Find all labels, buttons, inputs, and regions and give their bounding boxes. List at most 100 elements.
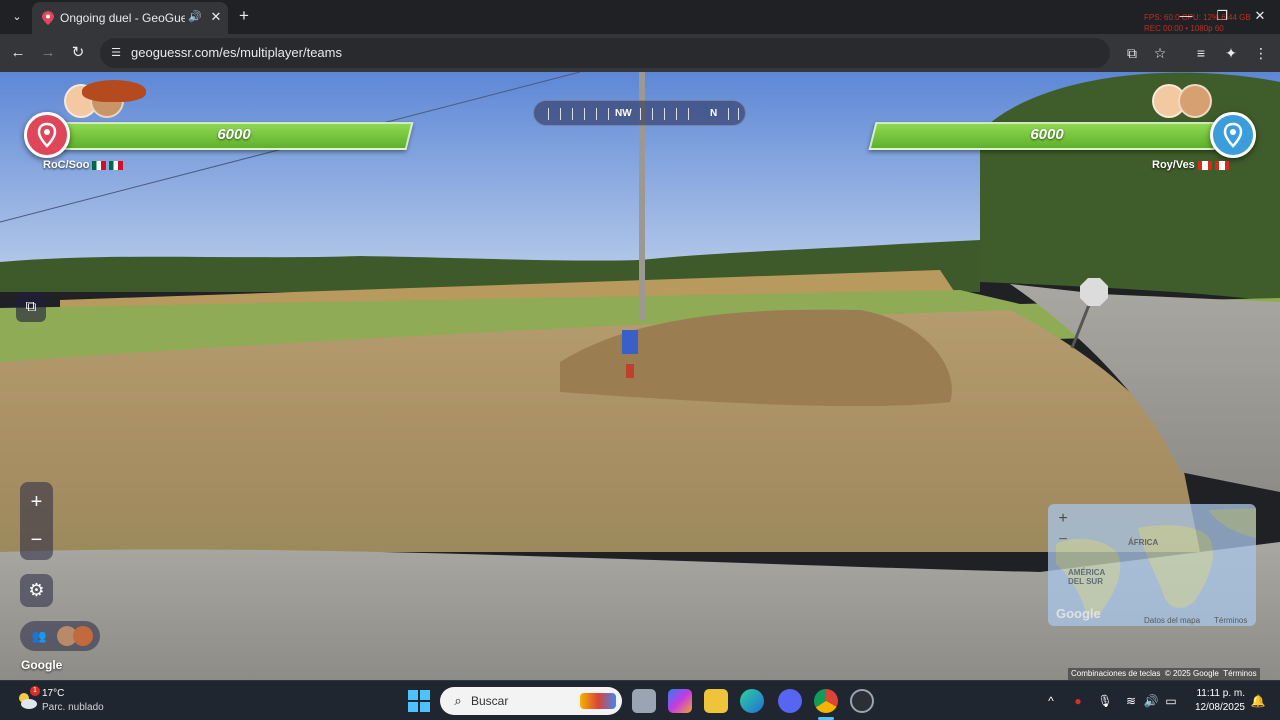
windows-start-icon[interactable] [408,690,430,712]
compass: NW N [533,100,746,126]
mexico-flag-icon [92,160,107,170]
minimize-icon[interactable]: — [1176,6,1196,26]
reload-icon[interactable]: ↻ [68,43,88,63]
compass-label-nw: NW [615,108,632,119]
site-info-icon[interactable]: ☰ [109,46,123,60]
sombrero-icon [82,80,146,102]
zoom-in-button[interactable]: + [20,484,53,520]
search-highlight-icon [580,693,616,709]
right-team-label: Roy/Ves [1152,159,1195,171]
close-window-icon[interactable]: ✕ [1250,6,1270,26]
address-bar[interactable]: ☰ geoguessr.com/es/multiplayer/teams ⧉ ☆ [100,38,1166,68]
compass-tick [572,108,573,120]
compass-tick [640,108,641,120]
copilot-icon[interactable] [668,689,692,713]
browser-toolbar: ← → ↻ ☰ geoguessr.com/es/multiplayer/tea… [0,34,1280,72]
weather-temperature[interactable]: 17°C [42,688,64,699]
forward-icon[interactable]: → [38,43,58,63]
weather-badge: 1 [30,686,40,696]
clock-time[interactable]: 11:11 p. m. [1195,688,1245,699]
file-explorer-icon[interactable] [704,689,728,713]
google-watermark: Google [21,658,63,672]
task-view-icon[interactable] [632,689,656,713]
reading-list-icon[interactable]: ≡ [1191,43,1211,63]
stop-sign [1080,278,1108,306]
team-chat-button[interactable]: 👥 [20,621,100,651]
map-label-south-america: AMÉRICA DEL SUR [1068,568,1106,586]
compass-tick [652,108,653,120]
start-pane [408,690,418,700]
close-tab-icon[interactable]: ✕ [208,9,224,25]
terms-link[interactable]: Términos [1223,669,1256,678]
compass-tick [738,108,739,120]
keyboard-shortcuts-link[interactable]: Combinaciones de teclas [1071,669,1160,678]
location-pin-icon [42,11,54,25]
menu-icon[interactable]: ⋮ [1251,43,1271,63]
notification-bell-icon[interactable]: 🔔 [1250,693,1266,709]
install-icon[interactable]: ⧉ [1122,43,1142,63]
compass-tick [584,108,585,120]
right-team-pin-icon [1210,112,1256,158]
tab-search-icon[interactable]: ⌄ [8,8,26,26]
start-pane [420,702,430,712]
windows-taskbar: 1 17°C Parc. nublado ⌕ Buscar ^ ● 🎙 ≋ 🔊 … [0,680,1280,720]
left-team-name: RoC/Soo [43,159,124,171]
battery-icon[interactable]: ▭ [1163,693,1179,709]
tab-geoguessr[interactable]: Ongoing duel - GeoGuessr 🔊 ✕ [32,2,228,34]
team-chat-icon: 👥 [31,629,47,643]
map-label-africa: ÁFRICA [1128,538,1159,547]
start-pane [408,702,418,712]
taskbar-search[interactable]: ⌕ Buscar [440,687,622,715]
left-team-pin-icon [24,112,70,158]
wifi-icon[interactable]: ≋ [1123,693,1139,709]
clock-date[interactable]: 12/08/2025 [1185,702,1245,713]
tab-title: Ongoing duel - GeoGuessr [60,11,185,25]
map-data-attribution[interactable]: Datos del mapa [1144,616,1200,625]
start-pane [420,690,430,700]
screen: ⌄ Ongoing duel - GeoGuessr 🔊 ✕ + FPS: 60… [0,0,1280,720]
url-text[interactable]: geoguessr.com/es/multiplayer/teams [131,45,342,60]
new-tab-button[interactable]: + [234,6,254,26]
restore-icon[interactable]: ❐ [1212,6,1232,26]
red-marker [626,364,634,378]
right-team-avatars [1152,84,1212,118]
copyright-text: © 2025 Google [1164,669,1219,678]
canada-flag-icon [1197,160,1212,170]
avatar [73,626,93,646]
compass-tick [608,108,609,120]
back-icon[interactable]: ← [8,43,28,63]
compass-tick [596,108,597,120]
chrome-icon[interactable] [814,689,838,713]
blue-road-sign [622,330,638,354]
minimap-google-logo: Google [1056,606,1101,621]
microphone-icon[interactable]: 🎙 [1097,693,1113,709]
volume-icon[interactable]: 🔊 [1143,693,1159,709]
compass-label-n: N [710,108,718,119]
search-placeholder: Buscar [471,694,509,708]
obs-icon[interactable] [850,689,874,713]
left-team-label: RoC/Soo [43,159,90,171]
gear-icon[interactable]: ⚙ [20,574,53,607]
canada-flag-icon [1214,160,1229,170]
weather-description[interactable]: Parc. nublado [42,702,104,713]
zoom-out-button[interactable]: − [20,522,53,558]
avatar [1178,84,1212,118]
search-icon: ⌕ [454,693,462,708]
minimap-zoom-out[interactable]: − [1052,529,1074,551]
bookmark-star-icon[interactable]: ☆ [1150,43,1170,63]
map-toggle-icon[interactable]: ⧉ [16,292,46,322]
edge-icon[interactable] [740,689,764,713]
map-terms-link[interactable]: Términos [1214,616,1247,625]
speaker-icon[interactable]: 🔊 [188,10,202,24]
discord-icon[interactable] [778,689,802,713]
street-view-panorama[interactable]: 6000 RoC/Soo NW N 6000 Roy/Ves ⧉ + − ⚙ 👥… [0,72,1280,680]
extensions-icon[interactable]: ✦ [1221,43,1241,63]
mexico-flag-icon [109,160,124,170]
guess-minimap[interactable]: + − ÁFRICA AMÉRICA DEL SUR Google Datos … [1048,504,1256,626]
minimap-zoom-in[interactable]: + [1052,508,1074,530]
antivirus-icon[interactable]: ● [1070,693,1086,709]
compass-tick [676,108,677,120]
chevron-up-icon[interactable]: ^ [1043,693,1059,709]
left-health-value: 6000 [217,126,251,143]
compass-tick [728,108,729,120]
